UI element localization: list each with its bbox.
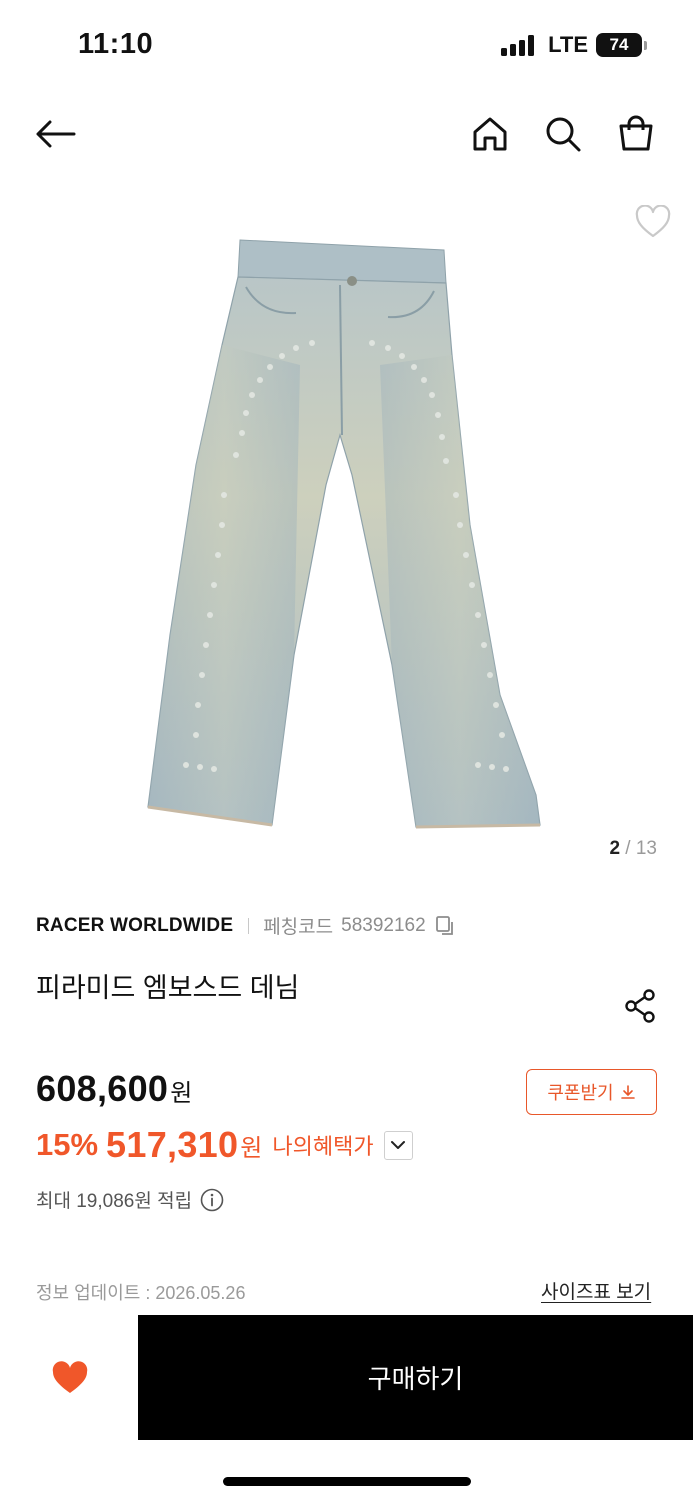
benefit-price-label: 나의혜택가 — [272, 1134, 374, 1159]
original-price: 608,600 원 — [36, 1068, 192, 1110]
battery-icon: 74 — [596, 33, 642, 57]
product-name: 피라미드 엠보스드 데님 — [36, 973, 300, 1003]
chevron-down-icon — [391, 1141, 406, 1149]
fetching-code-label: 페칭코드 — [263, 917, 334, 938]
home-indicator[interactable] — [223, 1477, 471, 1486]
brand-name[interactable]: RACER WORLDWIDE — [36, 915, 233, 937]
copy-icon[interactable] — [434, 915, 456, 937]
image-counter: 2 / 13 — [609, 838, 657, 860]
wishlist-heart-filled-icon[interactable] — [49, 1358, 91, 1398]
info-icon[interactable] — [200, 1188, 224, 1212]
benefit-price-value: 517,310 — [106, 1124, 239, 1165]
brand-row: RACER WORLDWIDE 페칭코드 58392162 — [36, 912, 456, 939]
signal-icon — [501, 34, 535, 56]
brand-divider — [248, 917, 250, 934]
shopping-bag-icon[interactable] — [614, 112, 658, 156]
battery-tip — [644, 40, 647, 50]
battery-level: 74 — [609, 35, 629, 54]
max-points-text: 최대 19,086원 적립 — [36, 1191, 193, 1212]
search-icon[interactable] — [541, 112, 585, 156]
points-row: 최대 19,086원 적립 — [36, 1186, 224, 1213]
benefit-price-currency: 원 — [240, 1134, 263, 1162]
share-icon[interactable] — [618, 984, 662, 1028]
info-update-date: 정보 업데이트 : 2026.05.26 — [36, 1283, 246, 1303]
benefit-expand-button[interactable] — [383, 1130, 413, 1160]
image-current-index: 2 — [609, 838, 621, 859]
home-icon[interactable] — [468, 112, 512, 156]
back-arrow-icon[interactable] — [34, 112, 78, 156]
benefit-price-row: 15% 517,310 원 나의혜택가 — [36, 1124, 413, 1166]
size-chart-link[interactable]: 사이즈표 보기 — [541, 1277, 651, 1304]
image-total: / 13 — [625, 838, 657, 859]
download-icon — [620, 1085, 635, 1099]
buy-button[interactable]: 구매하기 — [138, 1315, 693, 1440]
wishlist-heart-outline-icon[interactable] — [629, 200, 677, 244]
original-price-value: 608,600 — [36, 1068, 169, 1109]
status-time: 11:10 — [78, 28, 154, 60]
network-label: LTE — [548, 32, 588, 57]
fetching-code-value: 58392162 — [341, 914, 426, 936]
status-bar: 11:10 LTE 74 — [0, 0, 693, 90]
top-nav — [0, 100, 693, 170]
coupon-button[interactable]: 쿠폰받기 — [526, 1069, 657, 1115]
bottom-action-bar: 구매하기 — [0, 1314, 693, 1440]
discount-rate: 15% — [36, 1127, 99, 1162]
buy-button-label: 구매하기 — [367, 1364, 464, 1394]
coupon-button-label: 쿠폰받기 — [547, 1083, 614, 1103]
product-image[interactable] — [0, 195, 693, 875]
original-price-currency: 원 — [170, 1080, 193, 1107]
status-indicators: LTE 74 — [501, 32, 647, 58]
